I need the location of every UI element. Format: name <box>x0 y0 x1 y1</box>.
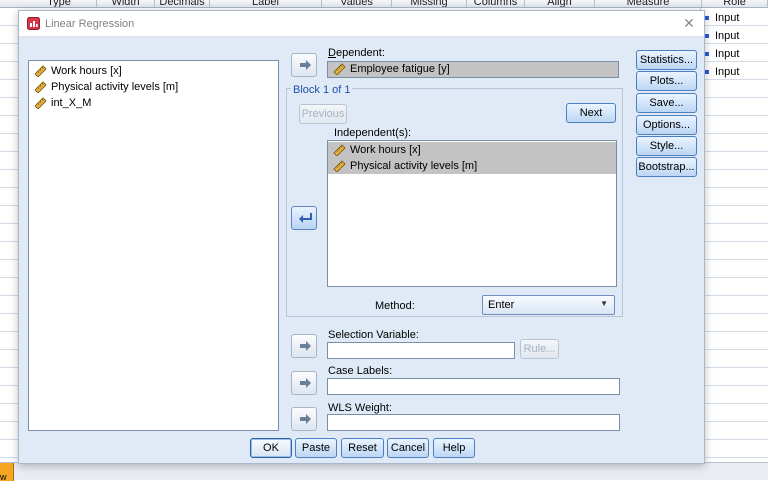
selection-variable-field[interactable] <box>327 342 515 359</box>
list-item[interactable]: Work hours [x] <box>29 63 278 79</box>
role-marker-icon <box>705 70 709 75</box>
scale-ruler-icon <box>333 63 346 80</box>
move-to-selection-variable-button[interactable] <box>291 334 317 358</box>
style-button[interactable]: Style... <box>636 136 697 156</box>
plots-button[interactable]: Plots... <box>636 71 697 91</box>
statistics-button[interactable]: Statistics... <box>636 50 697 70</box>
chevron-down-icon: ▼ <box>600 299 608 308</box>
scale-ruler-icon <box>333 160 346 177</box>
role-cell[interactable]: Input <box>705 63 739 81</box>
save-button[interactable]: Save... <box>636 93 697 113</box>
column-header-measure[interactable]: Measure <box>595 0 702 7</box>
independent-label: Independent(s): <box>334 127 412 139</box>
case-labels-label: Case Labels: <box>328 365 393 377</box>
method-label: Method: <box>375 300 415 312</box>
previous-block-button[interactable]: Previous <box>299 104 347 124</box>
help-button[interactable]: Help <box>433 438 475 458</box>
column-header-width[interactable]: Width <box>97 0 155 7</box>
list-item[interactable]: int_X_M <box>29 95 278 111</box>
role-marker-icon <box>705 52 709 57</box>
variable-view-header: Type Width Decimals Label Values Missing… <box>0 0 768 8</box>
column-header-type[interactable]: Type <box>22 0 97 7</box>
role-cell[interactable]: Input <box>705 45 739 63</box>
column-header-role[interactable]: Role <box>702 0 768 7</box>
move-to-case-labels-button[interactable] <box>291 371 317 395</box>
list-item[interactable]: Physical activity levels [m] <box>328 158 616 174</box>
cancel-button[interactable]: Cancel <box>387 438 429 458</box>
options-button[interactable]: Options... <box>636 115 697 135</box>
bootstrap-button[interactable]: Bootstrap... <box>636 157 697 177</box>
rule-button[interactable]: Rule... <box>520 339 559 359</box>
method-dropdown[interactable]: Enter ▼ <box>482 295 615 315</box>
ok-button[interactable]: OK <box>250 438 292 458</box>
source-variable-list[interactable]: Work hours [x] Physical activity levels … <box>28 60 279 431</box>
dependent-label: Dependent: <box>328 47 385 59</box>
independent-list[interactable]: Work hours [x] Physical activity levels … <box>327 140 617 287</box>
column-header-label[interactable]: Label <box>210 0 322 7</box>
case-labels-field[interactable] <box>327 378 620 395</box>
block-label: Block 1 of 1 <box>291 84 353 96</box>
role-cell[interactable]: Input <box>705 27 739 45</box>
column-header-values[interactable]: Values <box>322 0 392 7</box>
next-block-button[interactable]: Next <box>566 103 616 123</box>
list-item[interactable]: Physical activity levels [m] <box>29 79 278 95</box>
regression-app-icon <box>27 17 40 33</box>
sheet-tab-bar: w <box>0 462 768 481</box>
wls-weight-field[interactable] <box>327 414 620 431</box>
dialog-title: Linear Regression <box>45 18 135 30</box>
dependent-field[interactable]: Employee fatigue [y] <box>327 61 619 78</box>
method-value: Enter <box>488 299 515 311</box>
scale-ruler-icon <box>34 97 47 114</box>
move-to-wls-weight-button[interactable] <box>291 407 317 431</box>
column-header-columns[interactable]: Columns <box>467 0 525 7</box>
selection-variable-label: Selection Variable: <box>328 329 419 341</box>
reset-button[interactable]: Reset <box>341 438 384 458</box>
column-header-decimals[interactable]: Decimals <box>155 0 210 7</box>
move-from-independent-button[interactable] <box>291 206 317 230</box>
column-header-align[interactable]: Align <box>525 0 595 7</box>
linear-regression-dialog: Linear Regression ✕ Work hours [x] Physi… <box>18 10 705 464</box>
sheet-tab[interactable]: w <box>0 463 14 481</box>
move-to-dependent-button[interactable] <box>291 53 317 77</box>
dialog-titlebar[interactable]: Linear Regression ✕ <box>19 11 704 37</box>
role-column: Input Input Input Input <box>700 8 768 464</box>
dependent-variable[interactable]: Employee fatigue [y] <box>328 62 618 77</box>
wls-weight-label: WLS Weight: <box>328 402 392 414</box>
close-icon[interactable]: ✕ <box>680 14 698 32</box>
role-cell[interactable]: Input <box>705 9 739 27</box>
column-header-missing[interactable]: Missing <box>392 0 467 7</box>
role-marker-icon <box>705 16 709 21</box>
list-item[interactable]: Work hours [x] <box>328 142 616 158</box>
paste-button[interactable]: Paste <box>295 438 337 458</box>
role-marker-icon <box>705 34 709 39</box>
